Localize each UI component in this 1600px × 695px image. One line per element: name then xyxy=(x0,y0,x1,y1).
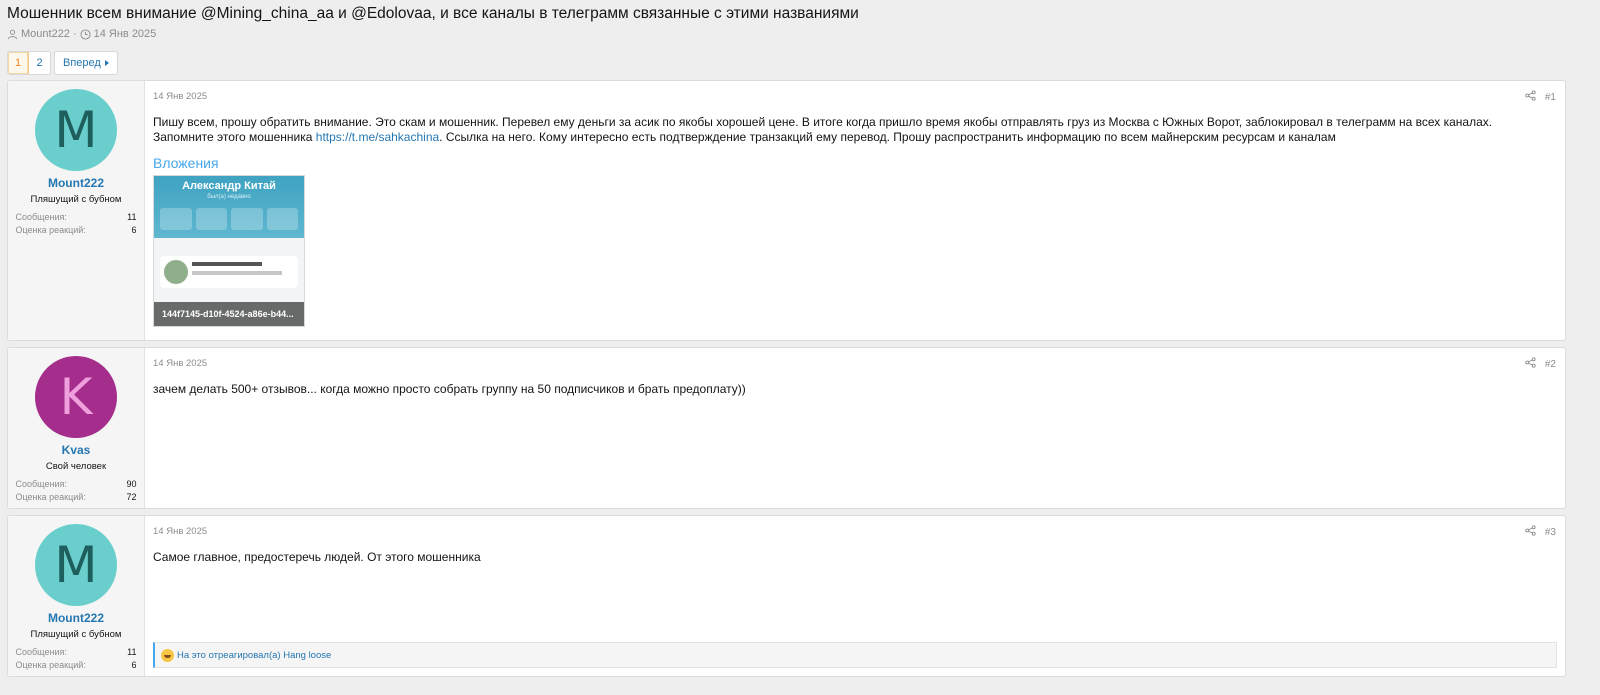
page-2-button[interactable]: 2 xyxy=(29,52,50,74)
user-stats: Сообщения: 11 Оценка реакций: 6 xyxy=(16,645,137,671)
clock-icon xyxy=(80,28,91,40)
post-body: Пишу всем, прошу обратить внимание. Это … xyxy=(153,115,1555,145)
user-title: Пляшущий с бубном xyxy=(30,194,122,205)
post-number-link[interactable]: #2 xyxy=(1545,359,1556,370)
stat-value[interactable]: 11 xyxy=(127,212,136,222)
post-2: K Kvas Свой человек Сообщения: 90 Оценка … xyxy=(7,347,1566,509)
post-main: 14 Янв 2025 #1 Пишу всем, прошу обратить… xyxy=(145,81,1565,340)
post-number-link[interactable]: #1 xyxy=(1545,92,1556,103)
post-main: 14 Янв 2025 #2 зачем делать 500+ отзывов… xyxy=(145,348,1565,508)
username-link[interactable]: Mount222 xyxy=(48,176,104,190)
post-user-cell: M Mount222 Пляшущий с бубном Сообщения: 1… xyxy=(8,516,145,676)
username-link[interactable]: Kvas xyxy=(62,443,91,457)
post-text: . Ссылка на него. Кому интересно есть по… xyxy=(439,130,1336,144)
stat-value: 6 xyxy=(131,659,137,670)
telegram-link[interactable]: https://t.me/sahkachina xyxy=(316,130,439,144)
share-icon[interactable] xyxy=(1525,525,1536,539)
page-1-button[interactable]: 1 xyxy=(8,52,29,74)
next-page-label: Вперед xyxy=(63,57,101,69)
stat-value: 72 xyxy=(126,491,137,502)
avatar[interactable]: M xyxy=(35,89,117,171)
thread-author-link[interactable]: Mount222 xyxy=(21,28,70,40)
username-link[interactable]: Mount222 xyxy=(48,611,104,625)
user-icon xyxy=(7,29,18,40)
attachment-thumbnail[interactable]: Александр Китай был(а) недавно 144f7145-… xyxy=(153,175,305,327)
attachments-heading: Вложения xyxy=(153,155,219,171)
meta-separator: · xyxy=(72,28,77,40)
thread-meta: Mount222 · 14 Янв 2025 xyxy=(7,28,156,40)
post-user-cell: K Kvas Свой человек Сообщения: 90 Оценка … xyxy=(8,348,145,508)
next-page-button[interactable]: Вперед xyxy=(54,51,118,75)
stat-label: Сообщения: xyxy=(15,646,67,657)
reactions-link[interactable]: На это отреагировал(а) Hang loose xyxy=(177,650,331,661)
user-title: Свой человек xyxy=(45,461,107,472)
avatar[interactable]: K xyxy=(35,356,117,438)
user-stats: Сообщения: 90 Оценка реакций: 72 xyxy=(16,477,137,503)
thread-date[interactable]: 14 Янв 2025 xyxy=(94,28,157,40)
post-date[interactable]: 14 Янв 2025 xyxy=(153,358,207,369)
post-main: 14 Янв 2025 #3 Самое главное, предостере… xyxy=(145,516,1565,676)
stat-value[interactable]: 11 xyxy=(127,647,136,657)
stat-value[interactable]: 90 xyxy=(126,479,136,489)
user-stats: Сообщения: 11 Оценка реакций: 6 xyxy=(16,210,137,236)
stat-label: Оценка реакций: xyxy=(15,224,86,235)
post-date[interactable]: 14 Янв 2025 xyxy=(153,91,207,102)
post-body: Самое главное, предостеречь людей. От эт… xyxy=(153,550,481,564)
share-icon[interactable] xyxy=(1525,90,1536,104)
stat-label: Оценка реакций: xyxy=(15,659,86,670)
attachment-image-sub: был(а) недавно xyxy=(207,194,251,200)
attachment-image-name: Александр Китай xyxy=(182,180,276,192)
stat-label: Сообщения: xyxy=(15,478,67,489)
thread-title: Мошенник всем внимание @Mining_china_aa … xyxy=(7,5,859,22)
post-1: M Mount222 Пляшущий с бубном Сообщения: 1… xyxy=(7,80,1566,341)
pagination: 1 2 Вперед xyxy=(7,51,118,75)
post-3: M Mount222 Пляшущий с бубном Сообщения: 1… xyxy=(7,515,1566,677)
avatar[interactable]: M xyxy=(35,524,117,606)
post-body: зачем делать 500+ отзывов... когда можно… xyxy=(153,382,746,396)
stat-label: Сообщения: xyxy=(15,211,67,222)
user-title: Пляшущий с бубном xyxy=(30,629,122,640)
stat-value: 6 xyxy=(131,224,137,235)
post-date[interactable]: 14 Янв 2025 xyxy=(153,526,207,537)
attachment-caption: 144f7145-d10f-4524-a86e-b44... xyxy=(154,302,304,326)
post-user-cell: M Mount222 Пляшущий с бубном Сообщения: 1… xyxy=(8,81,145,340)
share-icon[interactable] xyxy=(1525,357,1536,371)
reactions-bar: На это отреагировал(а) Hang loose xyxy=(153,642,1557,668)
stat-label: Оценка реакций: xyxy=(15,491,86,502)
post-number-link[interactable]: #3 xyxy=(1545,527,1556,538)
laughing-emoji-icon xyxy=(161,648,174,662)
caret-right-icon xyxy=(104,60,109,66)
